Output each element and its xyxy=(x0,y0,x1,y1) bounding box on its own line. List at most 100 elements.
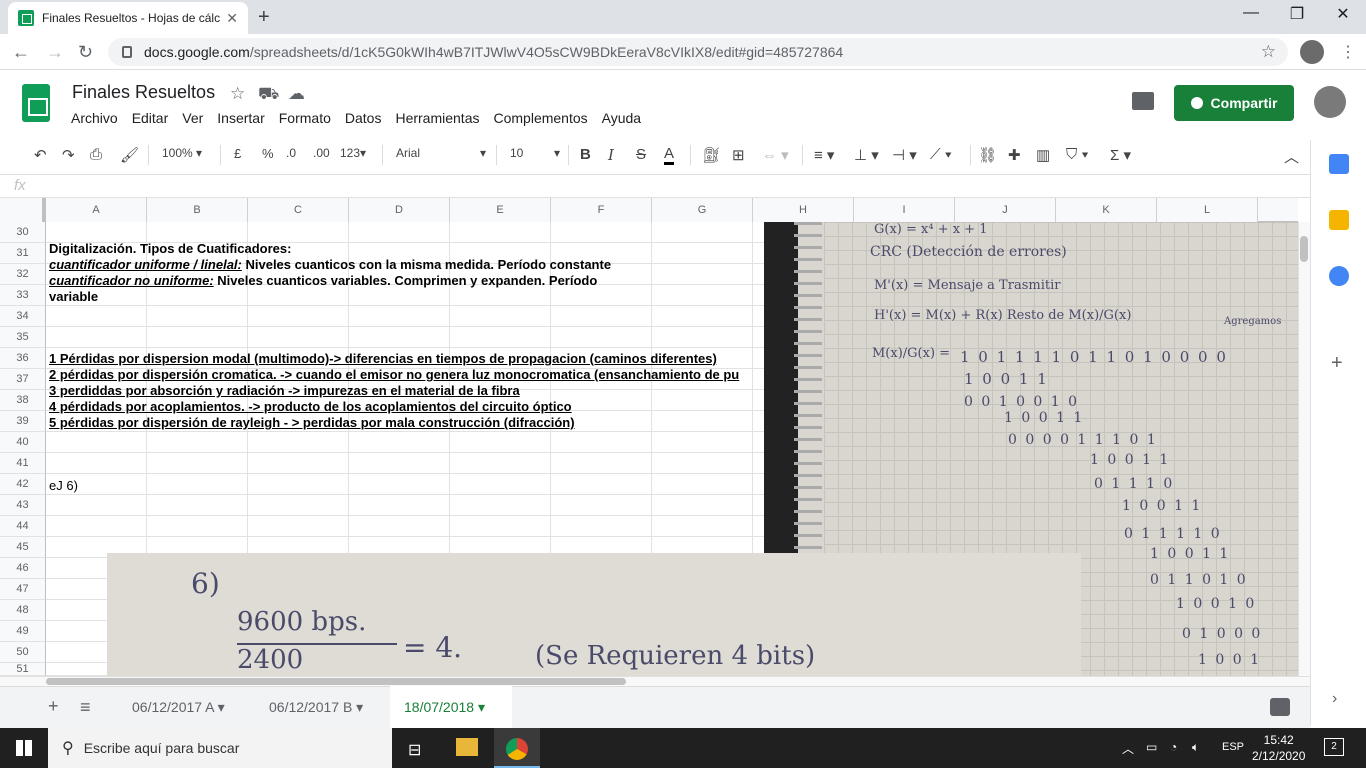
task-view-icon[interactable]: ⊟ xyxy=(408,740,421,760)
notebook-photo-ej6[interactable]: 6) 9600 bps. 2400 = 4. (Se Requieren 4 b… xyxy=(107,553,1081,676)
move-to-folder-icon[interactable]: ⛟ xyxy=(258,84,279,106)
insert-comment-icon[interactable]: ✚ xyxy=(1008,146,1021,164)
cell-a42[interactable]: eJ 6) xyxy=(49,478,78,493)
cell-a33[interactable]: cuantificador no uniforme: Niveles cuant… xyxy=(49,273,597,288)
reload-icon[interactable]: ↻ xyxy=(78,42,93,63)
collapse-menus-icon[interactable]: ︿ xyxy=(1284,146,1299,167)
column-header-c[interactable]: C xyxy=(248,198,349,222)
column-header-i[interactable]: I xyxy=(854,198,955,222)
row-header-34[interactable]: 34 xyxy=(0,306,46,327)
menu-formato[interactable]: Formato xyxy=(272,110,338,126)
select-all-corner[interactable] xyxy=(0,198,46,222)
comments-icon[interactable] xyxy=(1132,92,1154,110)
maximize-button[interactable]: ❐ xyxy=(1274,4,1320,24)
browser-menu-icon[interactable]: ⋮ xyxy=(1340,42,1356,62)
sheets-logo-icon[interactable] xyxy=(22,84,50,122)
back-icon[interactable]: ← xyxy=(12,42,30,63)
wifi-icon[interactable]: ◔ xyxy=(1170,740,1177,754)
row-header-45[interactable]: 45 xyxy=(0,537,46,558)
row-header-49[interactable]: 49 xyxy=(0,621,46,642)
formula-bar[interactable] xyxy=(0,174,1310,198)
vertical-scroll-thumb[interactable] xyxy=(1300,236,1308,262)
functions-icon[interactable]: Σ ▾ xyxy=(1110,146,1131,164)
column-header-d[interactable]: D xyxy=(349,198,450,222)
menu-datos[interactable]: Datos xyxy=(338,110,389,126)
bold-button[interactable]: B xyxy=(580,146,591,163)
row-header-50[interactable]: 50 xyxy=(0,642,46,663)
column-header-j[interactable]: J xyxy=(955,198,1056,222)
cloud-status-icon[interactable]: ☁ xyxy=(288,84,305,104)
tray-chevron-icon[interactable]: ︿ xyxy=(1122,740,1134,757)
column-header-g[interactable]: G xyxy=(652,198,753,222)
text-wrap-icon[interactable]: ⊣ ▾ xyxy=(892,146,917,164)
cell-a39[interactable]: 4 pérdidads por acoplamientos. -> produc… xyxy=(49,399,572,414)
tasks-icon[interactable] xyxy=(1329,266,1349,286)
more-formats-select[interactable]: 123▾ xyxy=(340,146,366,160)
increase-decimals-button[interactable]: .00 xyxy=(313,146,330,160)
font-size-select[interactable]: 10 ▾ xyxy=(510,146,560,160)
undo-icon[interactable]: ↶ xyxy=(34,146,47,164)
url-bar[interactable]: docs.google.com/spreadsheets/d/1cK5G0kWI… xyxy=(108,38,1288,66)
currency-format-button[interactable]: £ xyxy=(234,146,241,161)
add-addon-icon[interactable]: + xyxy=(1331,352,1343,375)
keep-icon[interactable] xyxy=(1329,210,1349,230)
row-header-46[interactable]: 46 xyxy=(0,558,46,579)
volume-icon[interactable]: 🔈︎ xyxy=(1192,740,1199,755)
percent-format-button[interactable]: % xyxy=(262,146,274,161)
filter-icon[interactable]: ⛉ ▾ xyxy=(1066,146,1089,163)
row-header-48[interactable]: 48 xyxy=(0,600,46,621)
column-header-h[interactable]: H xyxy=(753,198,854,222)
menu-complementos[interactable]: Complementos xyxy=(486,110,594,126)
document-title[interactable]: Finales Resueltos xyxy=(72,82,215,103)
new-tab-button[interactable]: + xyxy=(258,6,270,29)
file-explorer-icon[interactable] xyxy=(456,738,478,756)
insert-link-icon[interactable]: ⛓ xyxy=(978,146,997,164)
menu-herramientas[interactable]: Herramientas xyxy=(388,110,486,126)
menu-ver[interactable]: Ver xyxy=(175,110,210,126)
close-tab-icon[interactable]: ✕ xyxy=(226,10,238,27)
decrease-decimals-button[interactable]: .0 xyxy=(286,146,296,160)
merge-cells-icon[interactable]: ⇔ ▾ xyxy=(762,146,789,164)
row-header-47[interactable]: 47 xyxy=(0,579,46,600)
row-header-35[interactable]: 35 xyxy=(0,327,46,348)
row-header-33[interactable]: 33 xyxy=(0,285,46,306)
row-header-38[interactable]: 38 xyxy=(0,390,46,411)
bookmark-star-icon[interactable]: ☆ xyxy=(1261,42,1276,62)
row-header-44[interactable]: 44 xyxy=(0,516,46,537)
menu-editar[interactable]: Editar xyxy=(125,110,176,126)
row-header-39[interactable]: 39 xyxy=(0,411,46,432)
italic-button[interactable]: I xyxy=(608,146,614,164)
column-header-a[interactable]: A xyxy=(46,198,147,222)
row-header-41[interactable]: 41 xyxy=(0,453,46,474)
row-header-32[interactable]: 32 xyxy=(0,264,46,285)
print-icon[interactable]: ⎙ xyxy=(90,146,102,163)
cell-a40[interactable]: 5 pérdidas por dispersión de rayleigh - … xyxy=(49,415,575,430)
sheet-tab-3[interactable]: 18/07/2018 ▾ xyxy=(390,686,512,728)
text-color-button[interactable]: A xyxy=(664,146,675,165)
explore-icon[interactable] xyxy=(1270,698,1290,716)
row-header-36[interactable]: 36 xyxy=(0,348,46,369)
cell-a33-cont[interactable]: variable xyxy=(49,289,98,304)
all-sheets-icon[interactable]: ≡ xyxy=(80,697,91,718)
cell-a31[interactable]: Digitalización. Tipos de Cuatificadores: xyxy=(49,241,291,256)
cell-a38[interactable]: 3 perdiddas por absorción y radiación ->… xyxy=(49,383,520,398)
forward-icon[interactable]: → xyxy=(46,42,64,63)
fill-color-icon[interactable]: ⛽︎ xyxy=(702,146,721,164)
column-header-e[interactable]: E xyxy=(450,198,551,222)
column-header-b[interactable]: B xyxy=(147,198,248,222)
borders-icon[interactable]: ⊞ xyxy=(732,146,745,164)
row-header-37[interactable]: 37 xyxy=(0,369,46,390)
vertical-scrollbar[interactable] xyxy=(1298,222,1310,676)
battery-icon[interactable]: ▭ xyxy=(1146,740,1157,754)
sheet-tab-1[interactable]: 06/12/2017 A ▾ xyxy=(118,686,239,728)
row-header-43[interactable]: 43 xyxy=(0,495,46,516)
insert-chart-icon[interactable]: ▥ xyxy=(1036,146,1050,164)
row-header-30[interactable]: 30 xyxy=(0,222,46,243)
language-indicator[interactable]: ESP xyxy=(1222,741,1244,753)
row-header-40[interactable]: 40 xyxy=(0,432,46,453)
horizontal-scroll-thumb[interactable] xyxy=(46,678,626,685)
align-icon[interactable]: ≡ ▾ xyxy=(814,146,834,164)
close-window-button[interactable]: ✕ xyxy=(1320,4,1366,24)
row-header-42[interactable]: 42 xyxy=(0,474,46,495)
windows-start-icon[interactable] xyxy=(16,740,32,756)
